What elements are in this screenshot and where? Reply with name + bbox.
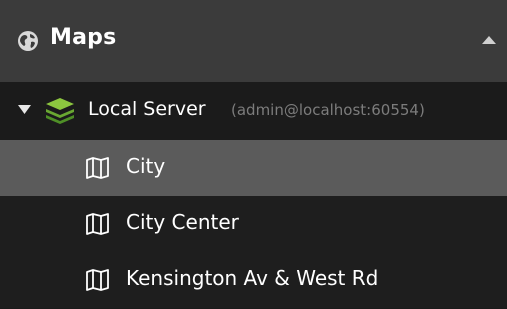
layers-icon bbox=[46, 98, 74, 124]
map-icon bbox=[86, 157, 109, 179]
map-label: Kensington Av & West Rd bbox=[126, 266, 379, 290]
map-icon bbox=[86, 269, 109, 291]
server-tree: Local Server (admin@localhost:60554) Cit… bbox=[0, 82, 507, 308]
panel-title: Maps bbox=[50, 25, 117, 50]
tree-item-map-city[interactable]: City bbox=[0, 140, 507, 196]
maps-panel: Maps Local Server (admin@localhost:60554… bbox=[0, 0, 507, 309]
expand-toggle-icon[interactable] bbox=[18, 105, 31, 114]
server-connection: (admin@localhost:60554) bbox=[231, 101, 425, 119]
tree-item-server[interactable]: Local Server (admin@localhost:60554) bbox=[0, 82, 507, 140]
server-label: Local Server bbox=[88, 98, 206, 120]
tree-item-map-city-center[interactable]: City Center bbox=[0, 196, 507, 252]
maps-header[interactable]: Maps bbox=[0, 0, 507, 82]
chevron-up-icon[interactable] bbox=[481, 34, 497, 46]
map-label: City Center bbox=[126, 210, 239, 234]
tree-item-map-kensington[interactable]: Kensington Av & West Rd bbox=[0, 252, 507, 308]
map-label: City bbox=[126, 154, 166, 178]
map-icon bbox=[86, 213, 109, 235]
globe-icon bbox=[18, 31, 38, 51]
